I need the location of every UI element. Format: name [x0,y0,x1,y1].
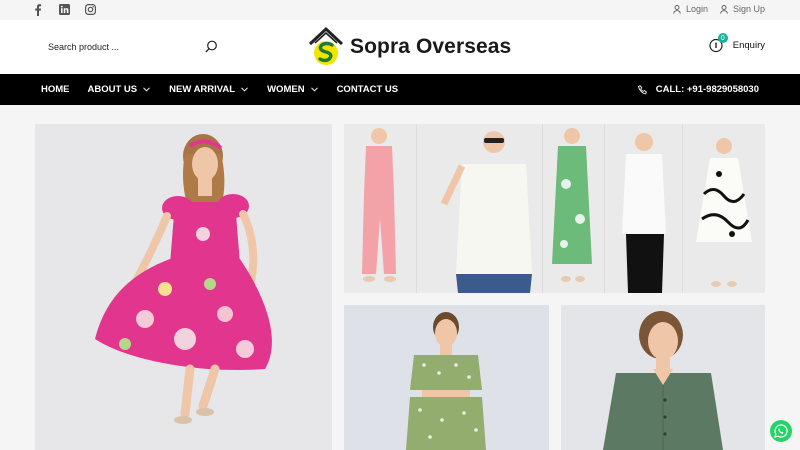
search-box [36,32,226,62]
call-link[interactable]: CALL: +91-9829058030 [637,74,759,105]
enquiry-label: Enquiry [732,39,765,51]
hero-image[interactable] [35,124,332,450]
top-utility-bar: Login Sign Up [0,0,800,20]
chevron-down-icon [310,86,319,94]
nav-item-women[interactable]: WOMEN [267,84,318,95]
enquiry-button[interactable]: 0 Enquiry [709,33,765,53]
chevron-down-icon [143,86,151,94]
nav-item-label: WOMEN [267,84,305,95]
signup-link[interactable]: Sign Up [720,4,765,14]
nav-menu: HOME ABOUT US NEW ARRIVAL WOMEN CONTACT … [41,74,416,105]
signup-label: Sign Up [732,4,765,14]
linkedin-icon[interactable] [58,3,70,16]
nav-item-new-arrival[interactable]: NEW ARRIVAL [169,84,249,95]
nav-item-label: NEW ARRIVAL [169,84,236,95]
logo-mark-icon [308,26,344,65]
collage-image[interactable] [344,124,765,293]
call-label: CALL: +91-9829058030 [655,84,759,95]
facebook-icon[interactable] [32,3,44,16]
phone-icon [637,84,647,94]
chevron-down-icon [241,86,249,94]
product-image-polka-set[interactable] [344,305,549,450]
brand-logo[interactable]: Sopra Overseas [308,26,511,68]
user-icon [720,4,728,14]
whatsapp-icon [774,424,788,438]
whatsapp-button[interactable] [770,420,792,442]
header: Sopra Overseas 0 Enquiry [0,20,800,74]
enquiry-icon: 0 [709,33,728,53]
main-navigation: HOME ABOUT US NEW ARRIVAL WOMEN CONTACT … [0,74,800,105]
login-link[interactable]: Login [673,4,708,14]
nav-item-label: HOME [41,84,70,95]
brand-name: Sopra Overseas [350,35,512,58]
search-icon[interactable] [205,40,218,53]
user-icon [673,4,681,14]
login-label: Login [685,4,708,14]
social-links [32,3,96,16]
product-image-green-shirt[interactable] [561,305,765,450]
nav-item-label: ABOUT US [87,84,138,95]
auth-links: Login Sign Up [673,4,765,14]
nav-item-about-us[interactable]: ABOUT US [88,84,152,95]
nav-item-home[interactable]: HOME [41,84,70,95]
nav-item-label: CONTACT US [336,84,399,95]
enquiry-count-badge: 0 [717,33,728,43]
nav-item-contact-us[interactable]: CONTACT US [337,84,399,95]
instagram-icon[interactable] [84,3,96,16]
search-input[interactable] [36,42,186,52]
